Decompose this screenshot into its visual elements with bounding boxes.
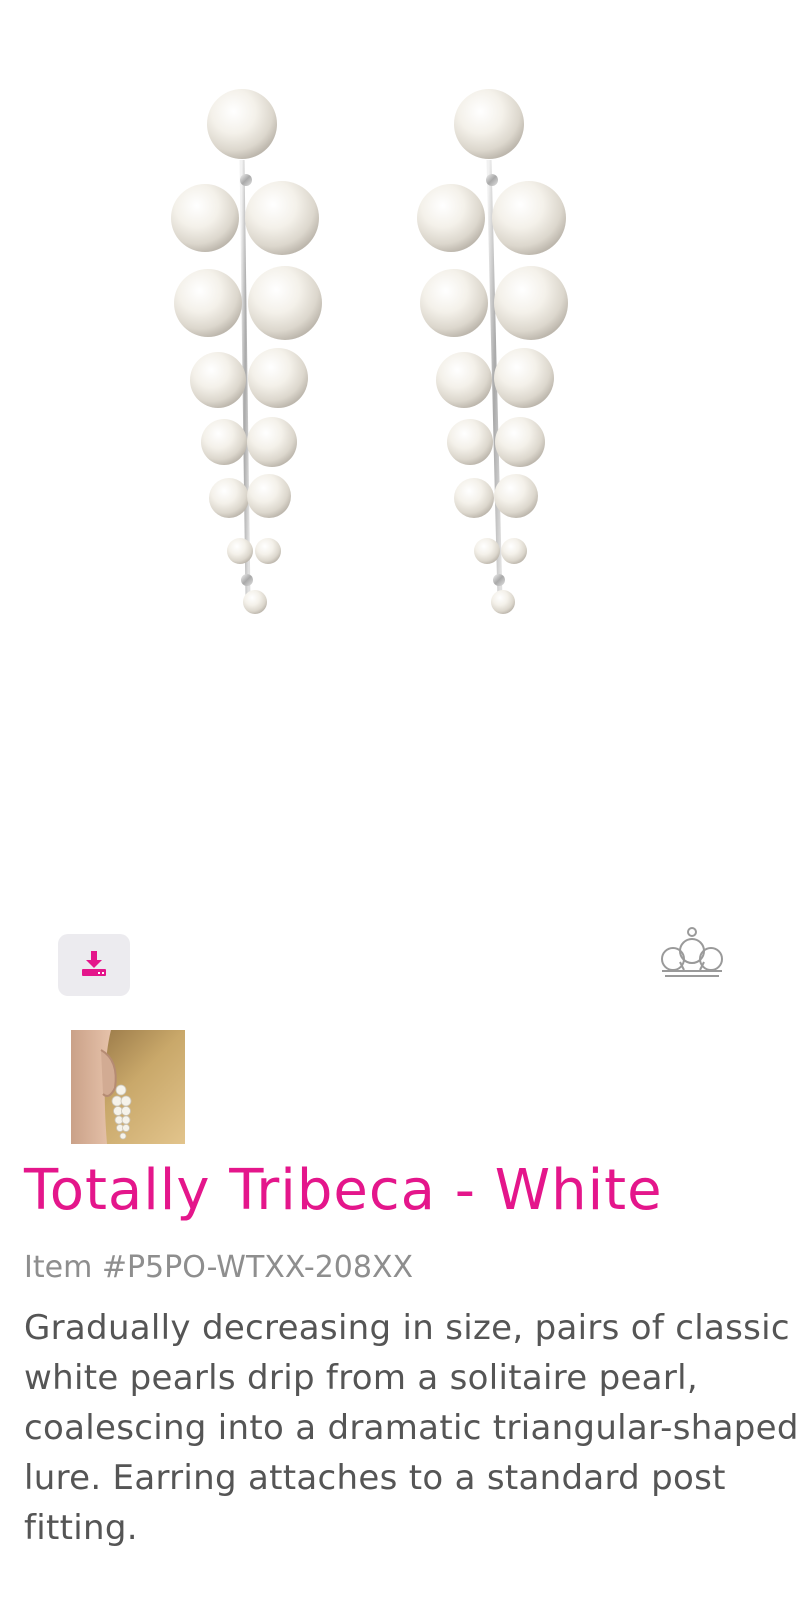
product-title: Totally Tribeca - White [24,1158,663,1223]
crown-icon [656,924,728,980]
product-thumbnail[interactable] [71,1030,185,1144]
item-number: Item #P5PO-WTXX-208XX [24,1250,414,1285]
download-icon [80,949,108,981]
earring-right [417,89,568,614]
earring-left [171,89,322,614]
product-description: Gradually decreasing in size, pairs of c… [24,1308,799,1548]
product-main-image[interactable] [0,0,808,900]
download-button[interactable] [58,934,130,996]
